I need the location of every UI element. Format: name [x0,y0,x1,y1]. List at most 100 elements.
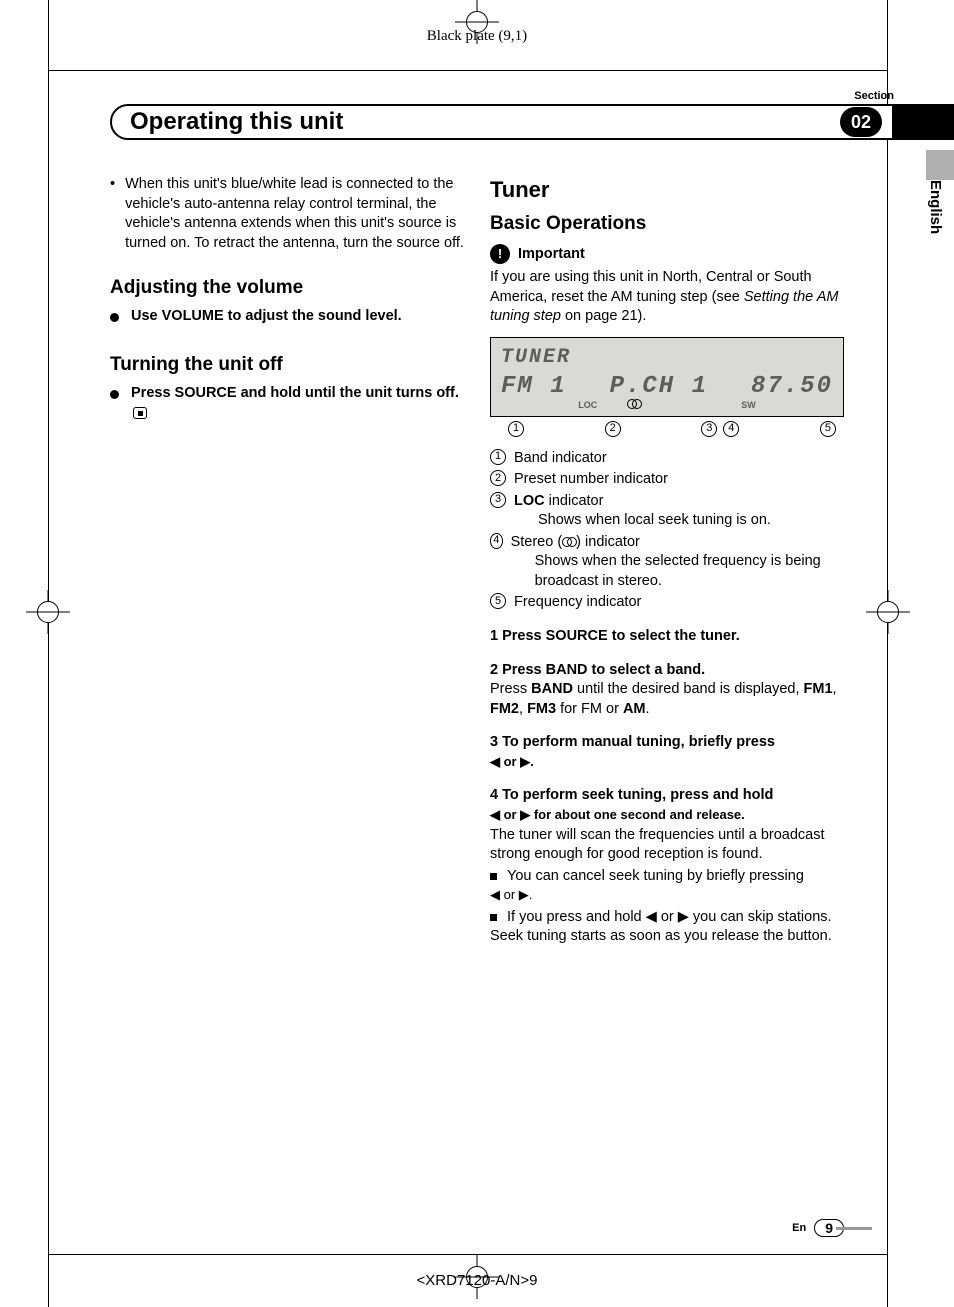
crop-line [48,0,49,1307]
step-4: 4 To perform seek tuning, press and hold… [490,786,844,947]
step-off: Press SOURCE and hold until the unit tur… [110,384,464,423]
text-bold: BAND [531,681,573,697]
note-text: When this unit's blue/white lead is conn… [125,175,464,253]
num-icon: 1 [490,449,506,465]
text: Frequency indicator [514,593,641,613]
text: . [646,701,650,717]
step-note: You can cancel seek tuning by briefly pr… [490,867,844,906]
step-heading: 1 Press SOURCE to select the tuner. [490,627,844,647]
heading-adjust-volume: Adjusting the volume [110,275,464,301]
text: 3 To perform manual tuning, briefly pres… [490,734,775,750]
text-bold: LOC [514,493,545,509]
indicator-list: 1 Band indicator 2 Preset number indicator… [490,449,844,614]
text-sub: Shows when local seek tuning is on. [538,511,771,531]
stop-icon [133,407,147,419]
text: until the desired band is displayed, [573,681,804,697]
important-row: Important [490,244,844,264]
stereo-icon [627,399,641,409]
step-note: If you press and hold ◀ or ▶ you can ski… [490,908,844,947]
text-bold: FM2 [490,701,519,717]
num-icon: 3 [490,492,506,508]
lcd-preset: P.CH 1 [610,371,708,403]
text: Preset number indicator [514,470,668,490]
step-body: The tuner will scan the frequencies unti… [490,826,844,865]
heading-basic-ops: Basic Operations [490,211,844,237]
note-bullet: • When this unit's blue/white lead is co… [110,175,464,253]
callout-3: 3 [701,421,717,437]
list-item: 5 Frequency indicator [490,593,844,613]
text-bold: AM [623,701,646,717]
bullet-icon: • [110,175,115,253]
text: ) indicator [576,534,640,550]
heading-tuner: Tuner [490,175,844,205]
right-column: Tuner Basic Operations Important If you … [490,175,844,947]
lcd-freq: 87.50 [751,371,833,403]
text-bold: FM1 [804,681,833,697]
important-label: Important [518,245,585,265]
bullet-icon [110,313,119,322]
page-title: Operating this unit [130,108,343,136]
footer-page-number: En 9 [792,1219,844,1237]
list-item: 3 LOC indicator Shows when local seek tuni… [490,492,844,531]
callout-1: 1 [508,421,524,437]
step-heading: 4 To perform seek tuning, press and hold… [490,786,844,825]
step-heading: 2 Press BAND to select a band. [490,661,844,681]
step-2: 2 Press BAND to select a band. Press BAN… [490,661,844,720]
text-arrows: ◀ or ▶. [490,887,532,902]
text: , [833,681,837,697]
section-label: Section [854,90,894,102]
heading-turn-off: Turning the unit off [110,352,464,378]
stereo-icon [562,537,576,547]
content-columns: • When this unit's blue/white lead is co… [110,175,844,947]
callout-2: 2 [605,421,621,437]
step-text: Press SOURCE and hold until the unit tur… [131,384,464,423]
num-icon: 2 [490,470,506,486]
lcd-display: TUNER FM 1 P.CH 1 87.50 LOC SW [490,337,844,417]
bullet-icon [110,390,119,399]
num-icon: 5 [490,593,506,609]
callout-row: 1 2 3 4 5 [490,421,844,437]
step-off-text: Press SOURCE and hold until the unit tur… [131,385,459,401]
step-3: 3 To perform manual tuning, briefly pres… [490,733,844,772]
callout-5: 5 [820,421,836,437]
important-body: If you are using this unit in North, Cen… [490,268,844,327]
page: Section Operating this unit 02 English •… [60,70,894,1247]
text: If you press and hold ◀ or ▶ you can ski… [490,909,832,945]
header-bar: Operating this unit 02 [110,104,894,140]
step-heading: 3 To perform manual tuning, briefly pres… [490,733,844,772]
square-bullet-icon [490,914,497,921]
doc-code: <XRD7120-A/N>9 [0,1272,954,1289]
footer-lang: En [792,1222,806,1234]
language-tab [926,150,954,180]
plate-label: Black plate (9,1) [0,28,954,45]
text: You can cancel seek tuning by briefly pr… [507,868,804,884]
square-bullet-icon [490,873,497,880]
list-item: 4Stereo () indicatorShows when the selec… [490,533,844,592]
callout-4: 4 [723,421,739,437]
lcd-sw: SW [741,399,756,411]
text: 4 To perform seek tuning, press and hold [490,787,773,803]
lcd-loc: LOC [578,399,597,411]
lcd-line1: TUNER [501,344,833,371]
list-item: 2 Preset number indicator [490,470,844,490]
text: , [519,701,527,717]
text: on page 21). [561,308,646,324]
list-item: 1 Band indicator [490,449,844,469]
text: for FM or [556,701,623,717]
text-arrows: ◀ or ▶ for about one second and release. [490,807,745,822]
text-bold: FM3 [527,701,556,717]
page-bar [836,1227,872,1230]
text: Press [490,681,531,697]
left-column: • When this unit's blue/white lead is co… [110,175,464,947]
step-text: Use VOLUME to adjust the sound level. [131,307,402,327]
step-body: Press BAND until the desired band is dis… [490,680,844,719]
text: indicator [545,493,604,509]
text-sub: Shows when the selected frequency is bei… [535,552,844,591]
step-adjust: Use VOLUME to adjust the sound level. [110,307,464,327]
text: Band indicator [514,449,607,469]
step-1: 1 Press SOURCE to select the tuner. [490,627,844,647]
num-icon: 4 [490,533,503,549]
section-number: 02 [840,107,882,137]
important-icon [490,244,510,264]
language-label: English [927,180,944,234]
